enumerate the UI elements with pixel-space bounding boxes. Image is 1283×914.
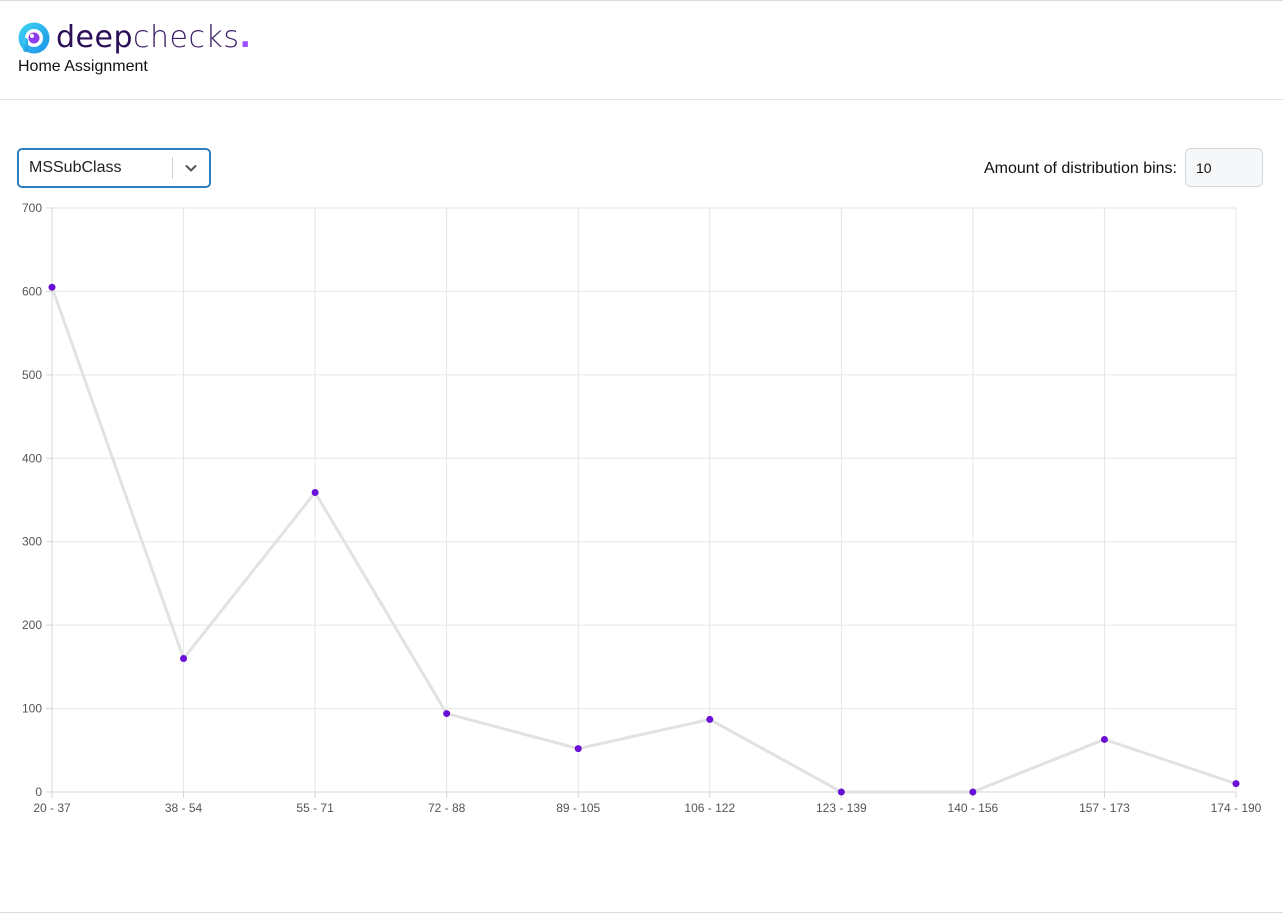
data-point bbox=[969, 788, 977, 796]
y-tick-label: 600 bbox=[22, 284, 42, 298]
logo-text-dot: . bbox=[239, 20, 252, 55]
y-tick-label: 0 bbox=[35, 785, 42, 799]
data-point bbox=[1100, 735, 1108, 743]
data-point bbox=[180, 655, 188, 663]
x-tick-label: 89 - 105 bbox=[556, 801, 600, 815]
data-point bbox=[706, 715, 714, 723]
y-tick-label: 700 bbox=[22, 201, 42, 215]
chevron-down-icon[interactable] bbox=[173, 150, 209, 186]
app-header: deepchecks. Home Assignment bbox=[0, 1, 1283, 100]
bins-input[interactable] bbox=[1185, 148, 1263, 187]
bottom-border bbox=[0, 912, 1283, 913]
y-tick-label: 200 bbox=[22, 618, 42, 632]
bins-label: Amount of distribution bins: bbox=[984, 160, 1177, 177]
y-tick-label: 400 bbox=[22, 451, 42, 465]
deepchecks-logo: deepchecks. bbox=[18, 20, 251, 56]
x-axis: 20 - 37 38 - 54 55 - 71 72 - 88 89 - 105 106 … bbox=[33, 791, 1262, 815]
column-select[interactable]: MSSubClass bbox=[17, 148, 211, 188]
x-tick-label: 55 - 71 bbox=[296, 801, 334, 815]
data-point bbox=[574, 745, 582, 753]
chart-grid bbox=[51, 207, 1237, 793]
data-point bbox=[837, 788, 845, 796]
y-axis: 0 100 200 300 400 500 600 700 bbox=[22, 201, 53, 799]
data-point bbox=[443, 710, 451, 718]
deepchecks-logo-icon bbox=[18, 22, 50, 54]
data-point bbox=[1232, 780, 1240, 788]
x-tick-label: 38 - 54 bbox=[165, 801, 203, 815]
x-tick-label: 140 - 156 bbox=[948, 801, 999, 815]
y-tick-label: 100 bbox=[22, 702, 42, 716]
y-tick-label: 300 bbox=[22, 535, 42, 549]
logo-text-checks: checks bbox=[133, 20, 240, 55]
chart-series bbox=[48, 283, 1240, 796]
page-subtitle: Home Assignment bbox=[18, 58, 148, 75]
distribution-line-chart: 0 100 200 300 400 500 600 700 20 - 37 38 - 54 55 … bbox=[22, 201, 1262, 815]
data-point bbox=[311, 488, 319, 496]
data-point bbox=[48, 283, 56, 291]
x-tick-label: 174 - 190 bbox=[1211, 801, 1262, 815]
x-tick-label: 72 - 88 bbox=[428, 801, 466, 815]
y-tick-label: 500 bbox=[22, 368, 42, 382]
x-tick-label: 106 - 122 bbox=[684, 801, 735, 815]
series-line bbox=[50, 286, 1237, 794]
column-select-value: MSSubClass bbox=[29, 159, 122, 176]
x-tick-label: 123 - 139 bbox=[816, 801, 867, 815]
x-tick-label: 157 - 173 bbox=[1079, 801, 1130, 815]
x-tick-label: 20 - 37 bbox=[33, 801, 71, 815]
logo-text-deep: deep bbox=[56, 20, 133, 55]
